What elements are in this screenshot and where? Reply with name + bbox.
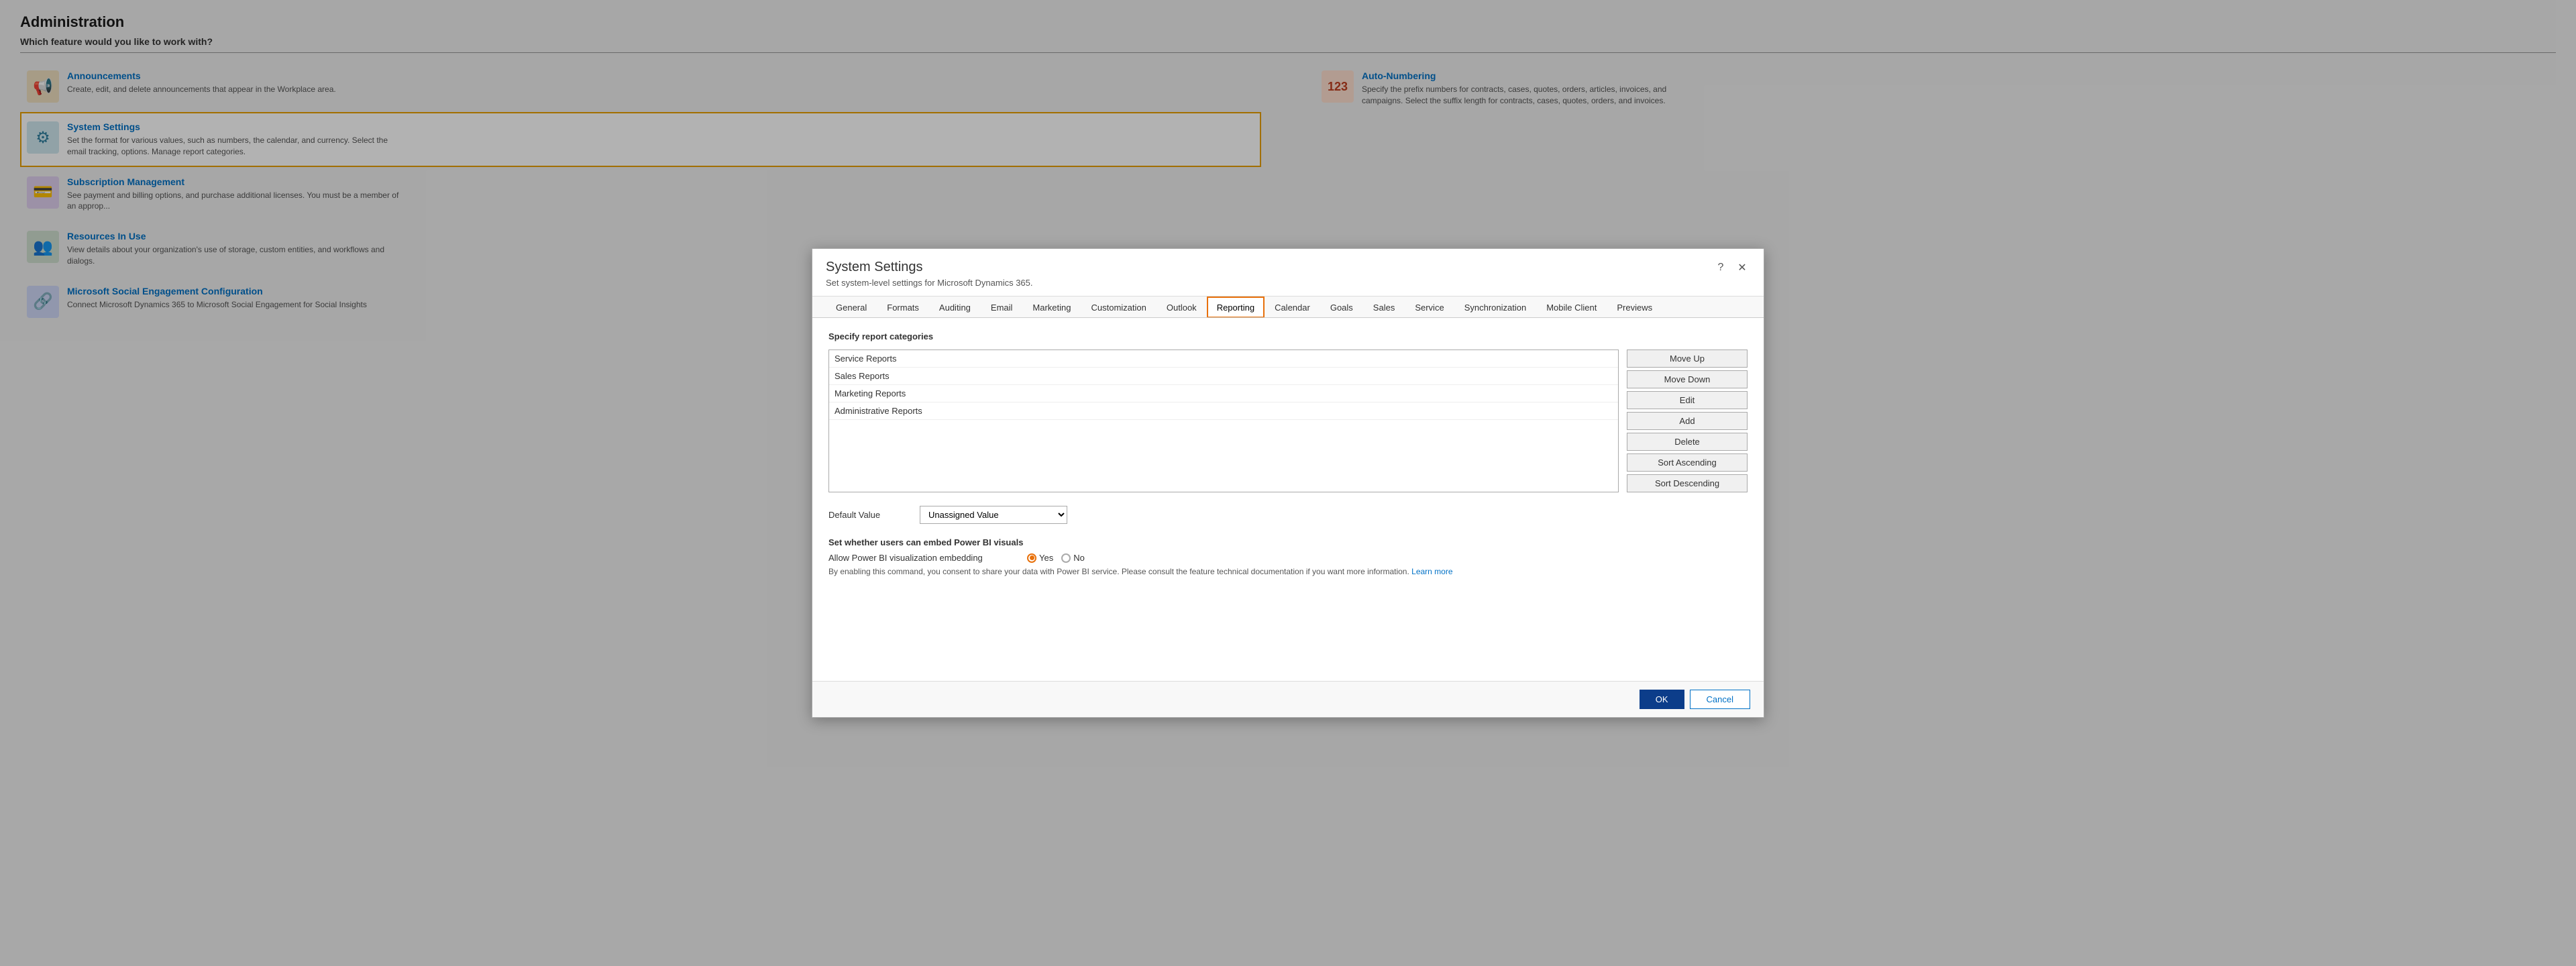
modal-title: System Settings	[826, 260, 1033, 275]
move-up-button[interactable]: Move Up	[1627, 350, 1748, 368]
radio-yes-label[interactable]: Yes	[1027, 553, 1053, 563]
tab-outlook[interactable]: Outlook	[1157, 297, 1207, 318]
tab-general[interactable]: General	[826, 297, 877, 318]
powerbi-row: Allow Power BI visualization embedding Y…	[828, 553, 1748, 563]
tab-marketing[interactable]: Marketing	[1022, 297, 1081, 318]
powerbi-note: By enabling this command, you consent to…	[828, 567, 1748, 576]
list-item-marketing-reports[interactable]: Marketing Reports	[829, 385, 1618, 402]
report-categories-area: Service Reports Sales Reports Marketing …	[828, 350, 1748, 492]
default-value-row: Default Value Unassigned Value	[828, 506, 1748, 524]
tab-sales[interactable]: Sales	[1363, 297, 1405, 318]
tab-synchronization[interactable]: Synchronization	[1454, 297, 1537, 318]
ok-button[interactable]: OK	[1640, 690, 1684, 709]
system-settings-modal: System Settings Set system-level setting…	[812, 248, 1764, 718]
modal-body: Specify report categories Service Report…	[812, 318, 1764, 681]
radio-no-indicator	[1061, 553, 1071, 563]
radio-no-text: No	[1073, 553, 1085, 563]
tab-reporting[interactable]: Reporting	[1207, 297, 1265, 318]
list-item-admin-reports[interactable]: Administrative Reports	[829, 402, 1618, 420]
cancel-button[interactable]: Cancel	[1690, 690, 1750, 709]
powerbi-section: Set whether users can embed Power BI vis…	[828, 537, 1748, 576]
tab-email[interactable]: Email	[981, 297, 1023, 318]
modal-footer: OK Cancel	[812, 681, 1764, 717]
delete-button[interactable]: Delete	[1627, 433, 1748, 451]
report-categories-title: Specify report categories	[828, 331, 1748, 341]
tab-service[interactable]: Service	[1405, 297, 1454, 318]
tab-goals[interactable]: Goals	[1320, 297, 1363, 318]
radio-yes-text: Yes	[1039, 553, 1053, 563]
move-down-button[interactable]: Move Down	[1627, 370, 1748, 388]
powerbi-label: Allow Power BI visualization embedding	[828, 553, 1016, 563]
tab-auditing[interactable]: Auditing	[929, 297, 981, 318]
modal-help-button[interactable]: ?	[1713, 260, 1729, 276]
report-buttons: Move Up Move Down Edit Add Delete Sort A…	[1627, 350, 1748, 492]
modal-subtitle: Set system-level settings for Microsoft …	[826, 278, 1033, 288]
sort-descending-button[interactable]: Sort Descending	[1627, 474, 1748, 492]
radio-group-powerbi: Yes No	[1027, 553, 1085, 563]
radio-yes-indicator	[1027, 553, 1036, 563]
default-value-select[interactable]: Unassigned Value	[920, 506, 1067, 524]
edit-button[interactable]: Edit	[1627, 391, 1748, 409]
default-value-label: Default Value	[828, 510, 909, 520]
list-item-sales-reports[interactable]: Sales Reports	[829, 368, 1618, 385]
tab-mobile-client[interactable]: Mobile Client	[1536, 297, 1607, 318]
powerbi-section-title: Set whether users can embed Power BI vis…	[828, 537, 1748, 547]
modal-header: System Settings Set system-level setting…	[812, 249, 1764, 297]
learn-more-link[interactable]: Learn more	[1411, 567, 1452, 576]
modal-close-button[interactable]: ✕	[1734, 260, 1750, 276]
report-list[interactable]: Service Reports Sales Reports Marketing …	[828, 350, 1619, 492]
tab-customization[interactable]: Customization	[1081, 297, 1157, 318]
radio-no-label[interactable]: No	[1061, 553, 1085, 563]
list-item-service-reports[interactable]: Service Reports	[829, 350, 1618, 368]
add-button[interactable]: Add	[1627, 412, 1748, 430]
tab-previews[interactable]: Previews	[1607, 297, 1662, 318]
tab-calendar[interactable]: Calendar	[1265, 297, 1320, 318]
sort-ascending-button[interactable]: Sort Ascending	[1627, 453, 1748, 472]
modal-tabs: General Formats Auditing Email Marketing…	[812, 297, 1764, 318]
tab-formats[interactable]: Formats	[877, 297, 929, 318]
